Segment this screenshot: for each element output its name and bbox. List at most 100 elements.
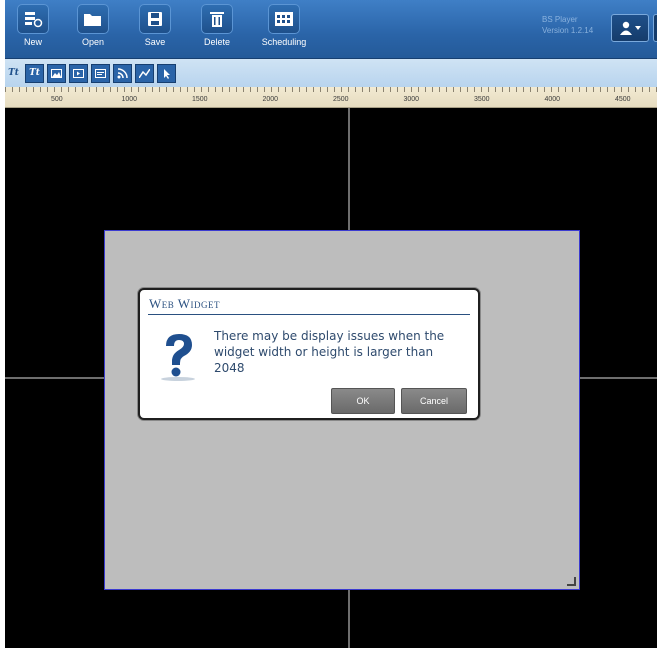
dialog-title: Web Widget [149, 296, 221, 311]
ruler-tick [334, 87, 335, 92]
ruler-tick [516, 87, 517, 92]
ruler-tick [194, 87, 195, 92]
ruler-tick [453, 87, 454, 92]
folder-icon [77, 4, 109, 34]
ruler-tick [26, 87, 27, 92]
ruler-tick [215, 87, 216, 92]
ruler-tick [278, 87, 279, 92]
save-label: Save [144, 37, 166, 47]
ruler-tick [236, 87, 237, 92]
ruler-tick [89, 87, 90, 92]
ruler-tick [383, 87, 384, 92]
save-button[interactable]: Save [127, 4, 183, 54]
ruler-tick [614, 87, 615, 92]
ruler-label: 500 [51, 96, 63, 103]
ruler-tick [250, 87, 251, 92]
ruler-tick [40, 87, 41, 92]
ruler-tick [138, 87, 139, 92]
extra-menu-button[interactable] [653, 14, 657, 42]
ruler-label: 2000 [262, 96, 279, 103]
ruler-tick [418, 87, 419, 92]
resize-handle[interactable] [567, 577, 576, 586]
ruler-tick [320, 87, 321, 92]
ruler-label: 4000 [544, 96, 561, 103]
new-icon [17, 4, 49, 34]
ruler-tick [54, 87, 55, 92]
ruler-tick [229, 87, 230, 92]
ruler-tick [397, 87, 398, 92]
ruler-tick [460, 87, 461, 92]
delete-label: Delete [203, 37, 230, 47]
ruler-tick [376, 87, 377, 92]
ruler-tick [558, 87, 559, 92]
ruler-tick [551, 87, 552, 92]
floppy-icon [139, 4, 171, 34]
ruler-tick [222, 87, 223, 92]
ruler-tick [446, 87, 447, 92]
ruler-tick [369, 87, 370, 92]
ruler-tick [61, 87, 62, 92]
ruler-tick [173, 87, 174, 92]
data-widget-icon[interactable] [135, 63, 154, 83]
new-button[interactable]: New [5, 4, 61, 54]
ruler-tick [544, 87, 545, 92]
delete-button[interactable]: Delete [189, 4, 245, 54]
new-label: New [23, 37, 42, 47]
ruler-tick [642, 87, 643, 92]
ruler-tick [600, 87, 601, 92]
scheduling-label: Scheduling [261, 37, 307, 47]
text-widget-icon[interactable]: Tt [5, 65, 22, 82]
ruler-tick [635, 87, 636, 92]
ruler-tick [362, 87, 363, 92]
ruler-tick [124, 87, 125, 92]
ruler-tick [103, 87, 104, 92]
app-name: BS Player [542, 15, 578, 24]
ruler-tick [495, 87, 496, 92]
chevron-down-icon [634, 26, 641, 30]
ruler-tick [131, 87, 132, 92]
ruler-tick [474, 87, 475, 92]
ruler-tick [467, 87, 468, 92]
ruler-label: 2500 [333, 96, 349, 103]
ruler-tick [47, 87, 48, 92]
ruler-tick [208, 87, 209, 92]
ruler-tick [110, 87, 111, 92]
ruler-tick [509, 87, 510, 92]
ruler-tick [565, 87, 566, 92]
ok-button[interactable]: OK [331, 388, 395, 414]
horizontal-ruler: 500 1000 1500 2000 2500 3000 3500 4000 4500 [5, 87, 657, 108]
ruler-tick [313, 87, 314, 92]
video-widget-icon[interactable] [69, 63, 88, 83]
pointer-widget-icon[interactable] [157, 63, 176, 83]
ruler-tick [425, 87, 426, 92]
ruler-tick [166, 87, 167, 92]
ruler-tick [586, 87, 587, 92]
ruler-tick [285, 87, 286, 92]
ruler-tick [12, 87, 13, 92]
ruler-tick [649, 87, 650, 92]
open-button[interactable]: Open [65, 4, 121, 54]
version-info: BS Player Version 1.2.14 [542, 14, 612, 36]
web-widget-icon[interactable] [91, 63, 110, 83]
ruler-tick [243, 87, 244, 92]
ruler-label: 3000 [403, 96, 420, 103]
ruler-tick [628, 87, 629, 92]
scheduling-button[interactable]: Scheduling [256, 4, 312, 54]
ruler-tick [68, 87, 69, 92]
user-menu-button[interactable] [611, 14, 649, 42]
dialog-divider [148, 314, 470, 315]
ruler-tick [152, 87, 153, 92]
ruler-tick [33, 87, 34, 92]
ruler-tick [537, 87, 538, 92]
ruler-tick [82, 87, 83, 92]
styled-text-widget-icon[interactable]: Tt [25, 63, 44, 83]
ruler-tick [439, 87, 440, 92]
ruler-tick [355, 87, 356, 92]
ruler-tick [530, 87, 531, 92]
rss-widget-icon[interactable] [113, 63, 132, 83]
image-widget-icon[interactable] [47, 63, 66, 83]
ruler-tick [341, 87, 342, 92]
ruler-tick [579, 87, 580, 92]
cancel-button[interactable]: Cancel [401, 388, 467, 414]
ruler-tick [5, 87, 6, 92]
